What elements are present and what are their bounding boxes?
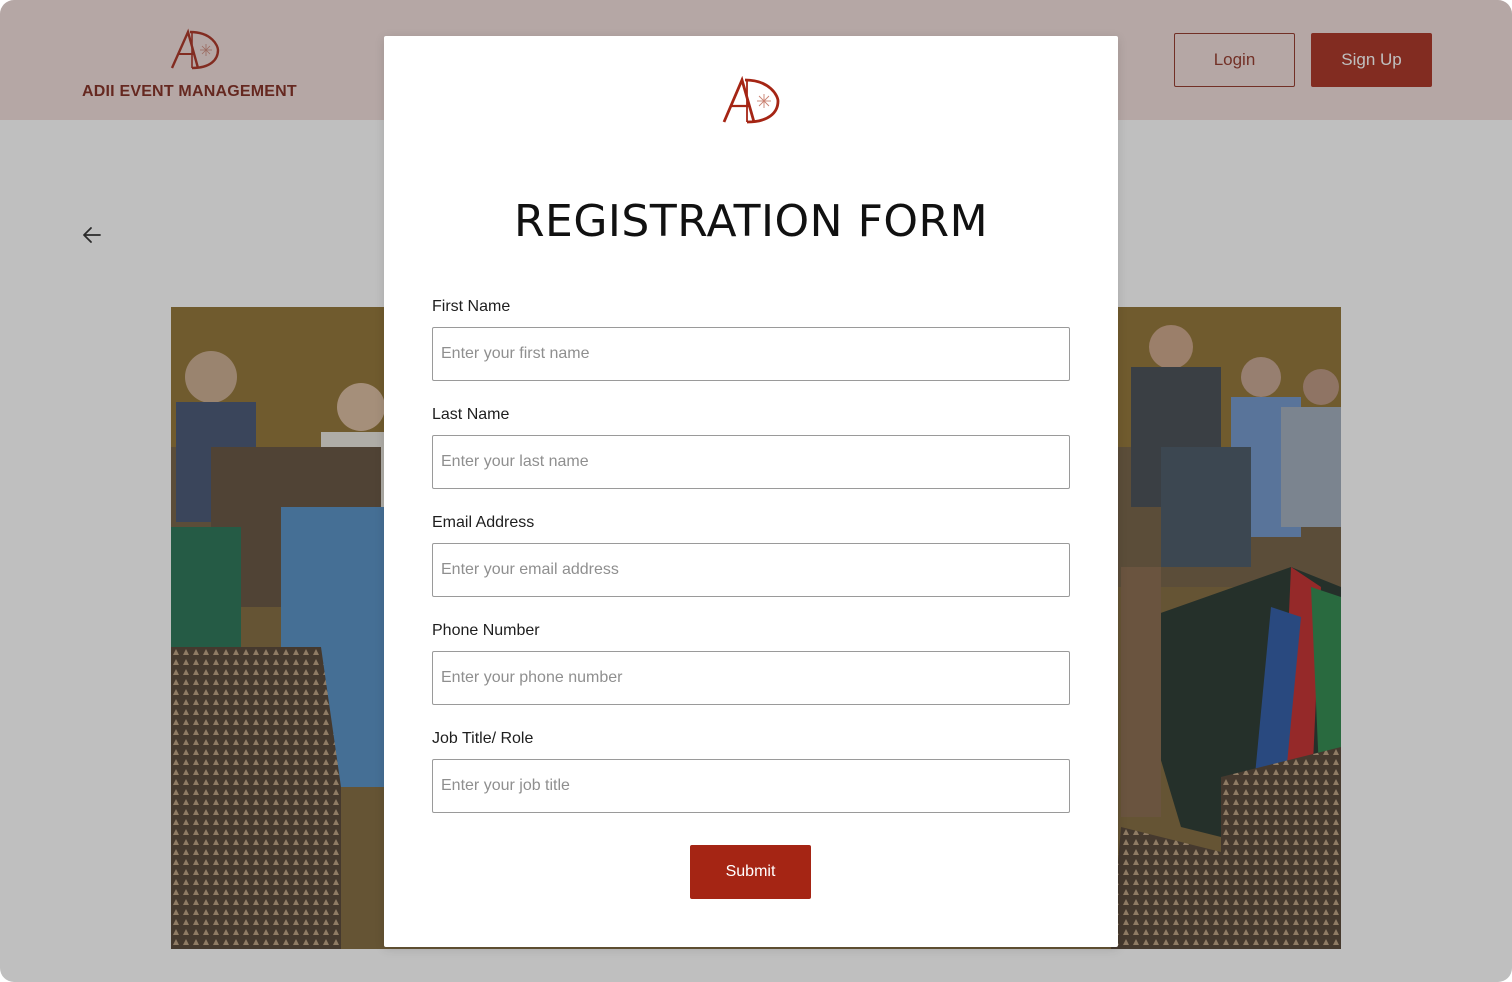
first-name-input[interactable]: [432, 327, 1070, 381]
submit-button[interactable]: Submit: [690, 845, 811, 899]
last-name-label: Last Name: [432, 406, 510, 423]
email-label: Email Address: [432, 514, 535, 531]
form-title: REGISTRATION FORM: [513, 196, 989, 247]
email-input[interactable]: [432, 543, 1070, 597]
job-title-label: Job Title/ Role: [432, 730, 534, 747]
registration-modal: REGISTRATION FORM First Name Last Name E…: [384, 36, 1118, 947]
brand-logo: [720, 75, 782, 126]
first-name-label: First Name: [432, 298, 511, 315]
last-name-input[interactable]: [432, 435, 1070, 489]
page: ADII EVENT MANAGEMENT Login Sign Up REGI…: [0, 0, 1512, 982]
phone-label: Phone Number: [432, 622, 540, 639]
job-title-input[interactable]: [432, 759, 1070, 813]
phone-input[interactable]: [432, 651, 1070, 705]
